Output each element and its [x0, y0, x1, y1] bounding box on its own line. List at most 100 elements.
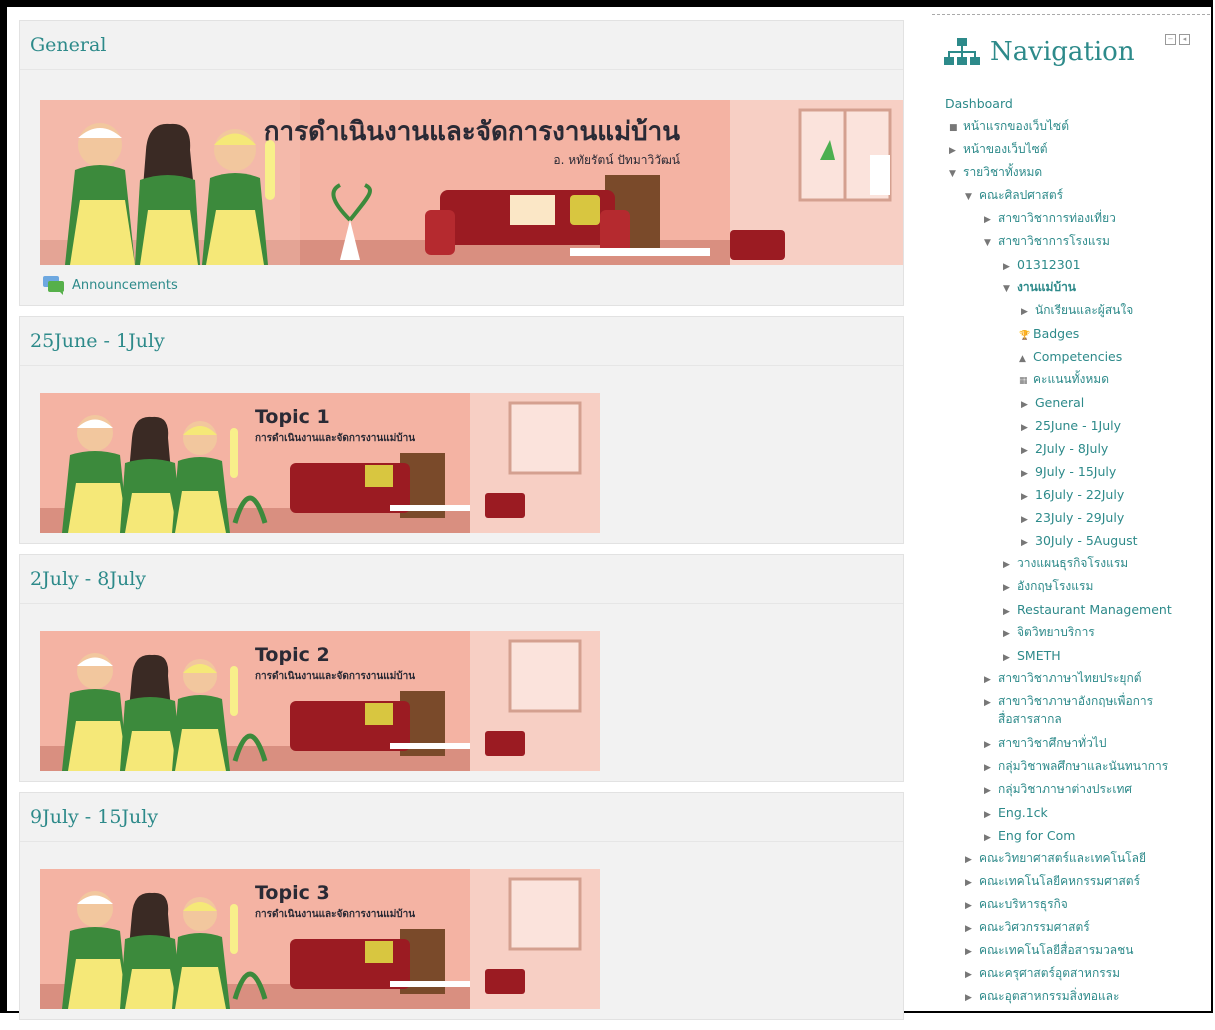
expand-icon: ▶ — [984, 763, 991, 773]
course-content: General การดำเนินงานและจัดการงานแม่บ้าน … — [19, 20, 904, 1030]
section-title[interactable]: 2July - 8July — [20, 555, 903, 604]
expand-icon: ▶ — [984, 786, 991, 796]
collapse-icon: ▼ — [1003, 284, 1010, 294]
expand-icon: ▶ — [984, 698, 991, 708]
nav-item[interactable]: ▼ สาขาวิชาการโรงแรม — [984, 234, 1110, 251]
nav-item[interactable]: ▶ จิตวิทยาบริการ — [1003, 625, 1095, 642]
nav-item[interactable]: ▶ Eng.1ck — [984, 805, 1048, 823]
nav-item[interactable]: ▶ สาขาวิชาศึกษาทั่วไป — [984, 736, 1106, 753]
nav-item[interactable]: ▶ 01312301 — [1003, 257, 1081, 275]
nav-item[interactable]: ▲ Competencies — [1019, 349, 1122, 367]
nav-item[interactable]: ▶ 30July - 5August — [1021, 533, 1138, 551]
topic-3-label: Topic 3 — [255, 882, 330, 904]
expand-icon: ▶ — [984, 810, 991, 820]
banner-author: อ. หทัยรัตน์ ปัทมาวิวัฒน์ — [553, 153, 680, 167]
navigation-block: Navigation − ◂ — [932, 14, 1210, 75]
nav-item[interactable]: ▶ 25June - 1July — [1021, 418, 1121, 436]
nav-item[interactable]: ▶ 9July - 15July — [1021, 464, 1116, 482]
forum-icon — [43, 276, 64, 295]
expand-icon: ▶ — [1021, 307, 1028, 317]
nav-item[interactable]: ▶ สาขาวิชาภาษาไทยประยุกต์ — [984, 671, 1142, 688]
nav-item[interactable]: ▶ Eng for Com — [984, 828, 1075, 846]
nav-item[interactable]: ▶ สาขาวิชาภาษาอังกฤษเพื่อการ — [984, 694, 1153, 711]
nav-item[interactable]: ▶ นักเรียนและผู้สนใจ — [1021, 303, 1133, 320]
expand-icon: ▶ — [965, 993, 972, 1003]
competencies-icon: ▲ — [1019, 354, 1026, 364]
course-banner-image: การดำเนินงานและจัดการงานแม่บ้าน อ. หทัยร… — [40, 100, 903, 265]
navigation-title-text: Navigation — [990, 37, 1135, 67]
nav-item[interactable]: ▶ สาขาวิชาการท่องเที่ยว — [984, 211, 1116, 228]
topic-1-subtitle: การดำเนินงานและจัดการงานแม่บ้าน — [255, 432, 415, 444]
expand-icon: ▶ — [965, 878, 972, 888]
nav-item[interactable]: ▶ อังกฤษโรงแรม — [1003, 579, 1093, 596]
nav-item-current[interactable]: ▼ งานแม่บ้าน — [1003, 280, 1076, 297]
nav-item[interactable]: ▶ กลุ่มวิชาภาษาต่างประเทศ — [984, 782, 1132, 799]
expand-icon: ▶ — [984, 833, 991, 843]
announcements-link[interactable]: Announcements — [20, 265, 903, 305]
collapse-icon: ▼ — [949, 169, 956, 179]
nav-item[interactable]: ▼ คณะศิลปศาสตร์ — [965, 188, 1063, 205]
nav-item[interactable]: ▶ Restaurant Management — [1003, 602, 1172, 620]
section-general: General การดำเนินงานและจัดการงานแม่บ้าน … — [19, 20, 904, 306]
nav-item[interactable]: ■ หน้าแรกของเว็บไซต์ — [949, 119, 1069, 136]
section-week-2: 2July - 8July Topic 2 การดำเนินงานและจัด… — [19, 554, 904, 782]
topic-3-banner-image: Topic 3 การดำเนินงานและจัดการงานแม่บ้าน — [40, 869, 600, 1009]
banner-heading: การดำเนินงานและจัดการงานแม่บ้าน — [264, 117, 680, 147]
nav-item[interactable]: ▦ คะแนนทั้งหมด — [1019, 372, 1109, 389]
expand-icon: ▶ — [1021, 492, 1028, 502]
nav-item[interactable]: ▶ 23July - 29July — [1021, 510, 1124, 528]
expand-icon: ▶ — [1003, 560, 1010, 570]
expand-icon: ▶ — [984, 740, 991, 750]
nav-item[interactable]: ▶ คณะเทคโนโลยีสื่อสารมวลชน — [965, 943, 1134, 960]
expand-icon: ▶ — [1021, 538, 1028, 548]
grades-table-icon: ▦ — [1019, 376, 1028, 386]
nav-item[interactable]: ▶ กลุ่มวิชาพลศึกษาและนันทนาการ — [984, 759, 1168, 776]
topic-2-banner-image: Topic 2 การดำเนินงานและจัดการงานแม่บ้าน — [40, 631, 600, 771]
expand-icon: ▶ — [1003, 583, 1010, 593]
expand-icon: ▶ — [984, 215, 991, 225]
collapse-icon: ▼ — [984, 238, 991, 248]
expand-icon: ▶ — [1021, 446, 1028, 456]
nav-item[interactable]: ▶ คณะครุศาสตร์อุตสาหกรรม — [965, 966, 1120, 983]
nav-item[interactable]: ▶ คณะวิทยาศาสตร์และเทคโนโลยี — [965, 851, 1146, 868]
expand-icon: ▶ — [1003, 653, 1010, 663]
expand-icon: ▶ — [965, 947, 972, 957]
expand-icon: ▶ — [984, 675, 991, 685]
nav-item-continued[interactable]: สื่อสารสากล — [998, 712, 1062, 727]
section-title[interactable]: General — [20, 21, 903, 70]
nav-item[interactable]: ▶ 2July - 8July — [1021, 441, 1108, 459]
nav-item[interactable]: ▶ วางแผนธุรกิจโรงแรม — [1003, 556, 1128, 573]
expand-icon: ▶ — [965, 901, 972, 911]
nav-item[interactable]: ▶ 16July - 22July — [1021, 487, 1124, 505]
sitemap-icon — [944, 38, 980, 65]
nav-item[interactable]: 🏆 Badges — [1019, 326, 1079, 344]
expand-icon: ▶ — [965, 855, 972, 865]
nav-item[interactable]: ▼ รายวิชาทั้งหมด — [949, 165, 1042, 182]
expand-icon: ▶ — [1003, 607, 1010, 617]
nav-item[interactable]: ▶ คณะเทคโนโลยีคหกรรมศาสตร์ — [965, 874, 1140, 891]
expand-icon: ▶ — [949, 146, 956, 156]
topic-1-banner-image: Topic 1 การดำเนินงานและจัดการงานแม่บ้าน — [40, 393, 600, 533]
expand-icon: ▶ — [1021, 423, 1028, 433]
nav-item[interactable]: ▶ คณะบริหารธุรกิจ — [965, 897, 1068, 914]
bullet-icon: ■ — [949, 123, 958, 133]
block-divider — [932, 14, 1210, 15]
trophy-icon: 🏆 — [1019, 331, 1031, 341]
nav-item[interactable]: ▶ หน้าของเว็บไซต์ — [949, 142, 1048, 159]
nav-item[interactable]: ▶ General — [1021, 395, 1084, 413]
section-title[interactable]: 9July - 15July — [20, 793, 903, 842]
section-week-3: 9July - 15July Topic 3 การดำเนินงานและจั… — [19, 792, 904, 1020]
topic-1-label: Topic 1 — [255, 406, 330, 428]
collapse-icon: ▼ — [965, 192, 972, 202]
expand-icon: ▶ — [965, 970, 972, 980]
nav-item[interactable]: ▶ คณะวิศวกรรมศาสตร์ — [965, 920, 1090, 937]
topic-2-label: Topic 2 — [255, 644, 330, 666]
collapse-block-icon[interactable]: − — [1165, 34, 1176, 45]
nav-item[interactable]: ▶ SMETH — [1003, 648, 1061, 666]
dock-block-icon[interactable]: ◂ — [1179, 34, 1190, 45]
announcements-label: Announcements — [72, 277, 178, 293]
nav-item[interactable]: ▶ คณะอุตสาหกรรมสิ่งทอและ — [965, 989, 1119, 1006]
expand-icon: ▶ — [1003, 629, 1010, 639]
section-title[interactable]: 25June - 1July — [20, 317, 903, 366]
nav-item[interactable]: Dashboard — [945, 96, 1013, 111]
